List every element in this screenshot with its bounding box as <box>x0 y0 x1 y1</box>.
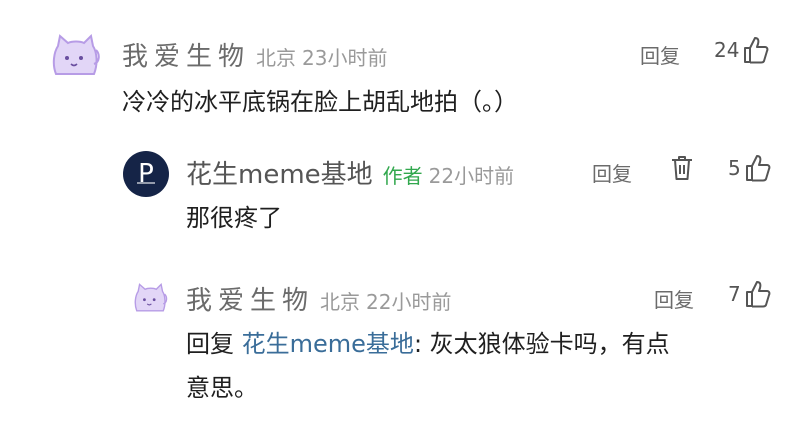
username[interactable]: 我爱生物 <box>186 280 314 317</box>
comment-text-line2: 意思。 <box>186 374 258 402</box>
like-button[interactable]: 7 <box>728 280 771 308</box>
like-button[interactable]: 24 <box>714 36 769 64</box>
author-avatar[interactable]: P <box>123 151 169 197</box>
reply-button[interactable]: 回复 <box>654 284 694 313</box>
trash-icon[interactable] <box>670 154 694 182</box>
comment-meta: 花生meme基地 作者 22小时前 <box>186 154 514 191</box>
reply-button[interactable]: 回复 <box>640 40 680 69</box>
comment-text-line1: : 灰太狼体验卡吗，有点 <box>413 330 670 358</box>
comment-meta: 我爱生物 北京 22小时前 <box>186 280 451 317</box>
comment-text: 冷冷的冰平底锅在脸上胡乱地拍（。） <box>122 88 518 116</box>
comment-meta: 我爱生物 北京 23小时前 <box>122 36 387 73</box>
location-label: 北京 <box>320 290 361 314</box>
mention-link[interactable]: 花生meme基地 <box>242 330 414 358</box>
reply-button[interactable]: 回复 <box>592 158 632 187</box>
comment-thread: 我爱生物 北京 23小时前 回复 24 冷冷的冰平底锅在脸上胡乱地拍（。） P … <box>0 0 800 437</box>
thumbs-up-icon <box>745 280 771 308</box>
cat-avatar-icon[interactable] <box>50 33 100 84</box>
timestamp: 22小时前 <box>366 290 452 314</box>
thumbs-up-icon <box>745 154 771 182</box>
username[interactable]: 我爱生物 <box>122 36 250 73</box>
comment-text: 那很疼了 <box>186 204 282 232</box>
like-button[interactable]: 5 <box>728 154 771 182</box>
comment-text: 回复 花生meme基地: 灰太狼体验卡吗，有点 <box>186 322 670 366</box>
timestamp: 23小时前 <box>302 46 388 70</box>
timestamp: 22小时前 <box>428 164 515 188</box>
like-count: 5 <box>728 156 741 180</box>
reply-prefix: 回复 <box>186 330 234 358</box>
avatar-underline <box>137 182 155 184</box>
author-badge: 作者 <box>382 164 423 188</box>
location-label: 北京 <box>256 46 297 70</box>
like-count: 24 <box>714 38 740 62</box>
username[interactable]: 花生meme基地 <box>186 154 373 191</box>
cat-avatar-icon[interactable] <box>132 282 168 319</box>
avatar-letter: P <box>138 159 154 189</box>
like-count: 7 <box>728 282 741 306</box>
thumbs-up-icon <box>743 36 769 64</box>
